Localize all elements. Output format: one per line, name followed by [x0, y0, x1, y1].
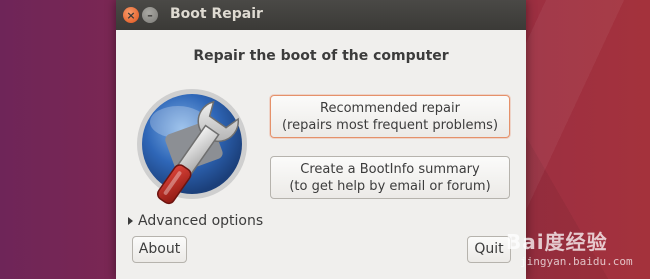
bootinfo-summary-label: Create a BootInfo summary — [300, 161, 480, 177]
bootinfo-summary-button[interactable]: Create a BootInfo summary (to get help b… — [270, 156, 510, 199]
quit-button[interactable]: Quit — [467, 236, 511, 263]
advanced-options-label: Advanced options — [138, 213, 264, 229]
about-button[interactable]: About — [132, 236, 187, 263]
page-title: Repair the boot of the computer — [193, 48, 449, 64]
watermark-logo: Bai度经验 — [506, 230, 608, 254]
minimize-window-button[interactable]: – — [142, 7, 158, 23]
recommended-repair-sublabel: (repairs most frequent problems) — [281, 117, 499, 133]
watermark-url: jingyan.baidu.com — [520, 255, 633, 268]
recommended-repair-button[interactable]: Recommended repair (repairs most frequen… — [270, 95, 510, 138]
minimize-icon: – — [147, 8, 153, 22]
title-bar: × – Boot Repair — [116, 0, 526, 30]
close-icon: × — [126, 8, 136, 22]
bootinfo-summary-sublabel: (to get help by email or forum) — [289, 178, 491, 194]
triangle-right-icon — [128, 217, 133, 225]
boot-repair-wrench-logo — [137, 89, 247, 205]
recommended-repair-label: Recommended repair — [320, 100, 460, 116]
boot-repair-window: × – Boot Repair Repair the boot of the c… — [116, 0, 526, 279]
window-title: Boot Repair — [170, 6, 263, 22]
close-window-button[interactable]: × — [123, 7, 139, 23]
advanced-options-expander[interactable]: Advanced options — [128, 213, 263, 229]
